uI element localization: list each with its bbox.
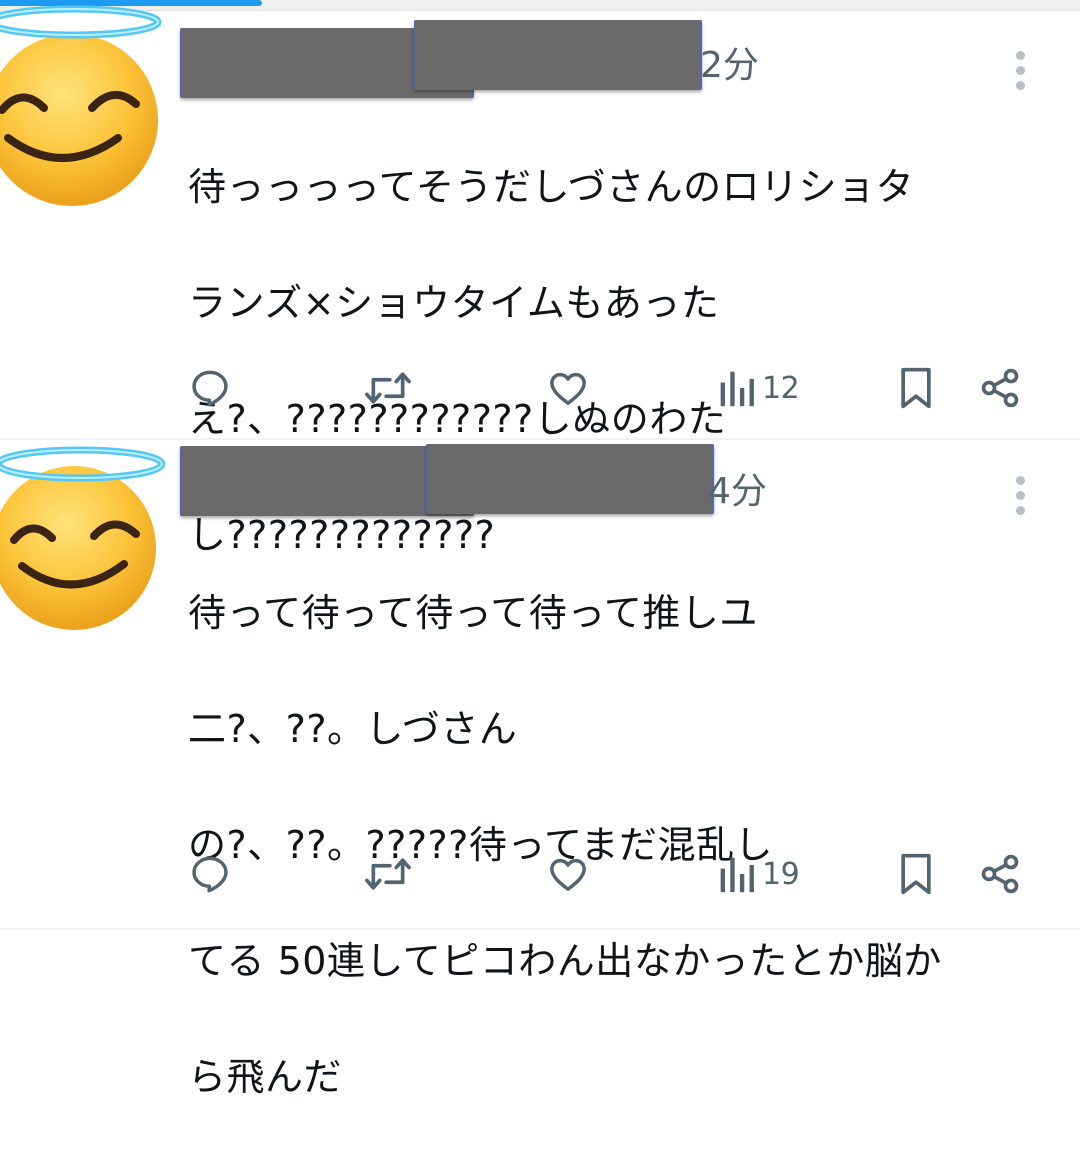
share-icon bbox=[981, 854, 1019, 894]
smiling-face-with-halo-icon bbox=[0, 5, 162, 206]
share-icon bbox=[981, 368, 1019, 408]
tweet-text-line: てる 50連してピコわん出なかったとか脳か bbox=[188, 939, 942, 983]
more-icon[interactable] bbox=[1013, 51, 1027, 96]
tweet-text-line: 待っっっってそうだしづさんのロリショタ bbox=[188, 165, 915, 209]
reply-button[interactable] bbox=[188, 364, 232, 412]
tweet-text-line: 二?、??。しづさん bbox=[188, 707, 518, 751]
bookmark-button[interactable] bbox=[896, 850, 936, 898]
retweet-icon bbox=[365, 858, 411, 890]
tweet-divider bbox=[0, 928, 1080, 930]
reply-icon bbox=[192, 856, 228, 893]
reply-icon bbox=[192, 370, 228, 407]
bookmark-button[interactable] bbox=[896, 364, 936, 412]
avatar[interactable] bbox=[0, 0, 170, 206]
tweet-text: 待って待って待って待って推しユ 二?、??。しづさん の?、??。?????待っ… bbox=[188, 526, 1058, 1164]
like-icon bbox=[550, 858, 586, 891]
more-icon[interactable] bbox=[1013, 476, 1027, 521]
avatar[interactable] bbox=[0, 440, 170, 640]
views-count: 19 bbox=[762, 856, 800, 892]
tweet-actions: 19 bbox=[0, 850, 1080, 898]
share-button[interactable] bbox=[978, 364, 1022, 412]
views-icon bbox=[720, 857, 754, 893]
like-icon bbox=[550, 372, 586, 405]
views-button[interactable]: 12 bbox=[718, 364, 800, 412]
like-button[interactable] bbox=[546, 850, 590, 898]
retweet-button[interactable] bbox=[364, 850, 412, 898]
tweet-text-line: ランズ×ショウタイムもあった bbox=[188, 281, 720, 325]
redacted-handle bbox=[426, 444, 714, 514]
redacted-handle bbox=[414, 20, 702, 90]
retweet-icon bbox=[365, 372, 411, 404]
bookmark-icon bbox=[901, 367, 931, 409]
views-count: 12 bbox=[762, 370, 800, 406]
views-icon bbox=[720, 371, 754, 407]
smiling-face-with-halo-icon bbox=[0, 446, 166, 630]
views-button[interactable]: 19 bbox=[718, 850, 800, 898]
tweet-timestamp[interactable]: 2分 bbox=[700, 46, 759, 86]
tweet-timestamp[interactable]: 4分 bbox=[708, 472, 767, 512]
like-button[interactable] bbox=[546, 364, 590, 412]
tweet-text-line: 待って待って待って待って推しユ bbox=[188, 591, 758, 635]
share-button[interactable] bbox=[978, 850, 1022, 898]
reply-button[interactable] bbox=[188, 850, 232, 898]
tweet-header bbox=[180, 444, 800, 524]
tweet-text-line: ら飛んだ bbox=[188, 1055, 343, 1099]
tweet-actions: 12 bbox=[0, 364, 1080, 412]
retweet-button[interactable] bbox=[364, 364, 412, 412]
bookmark-icon bbox=[901, 853, 931, 895]
